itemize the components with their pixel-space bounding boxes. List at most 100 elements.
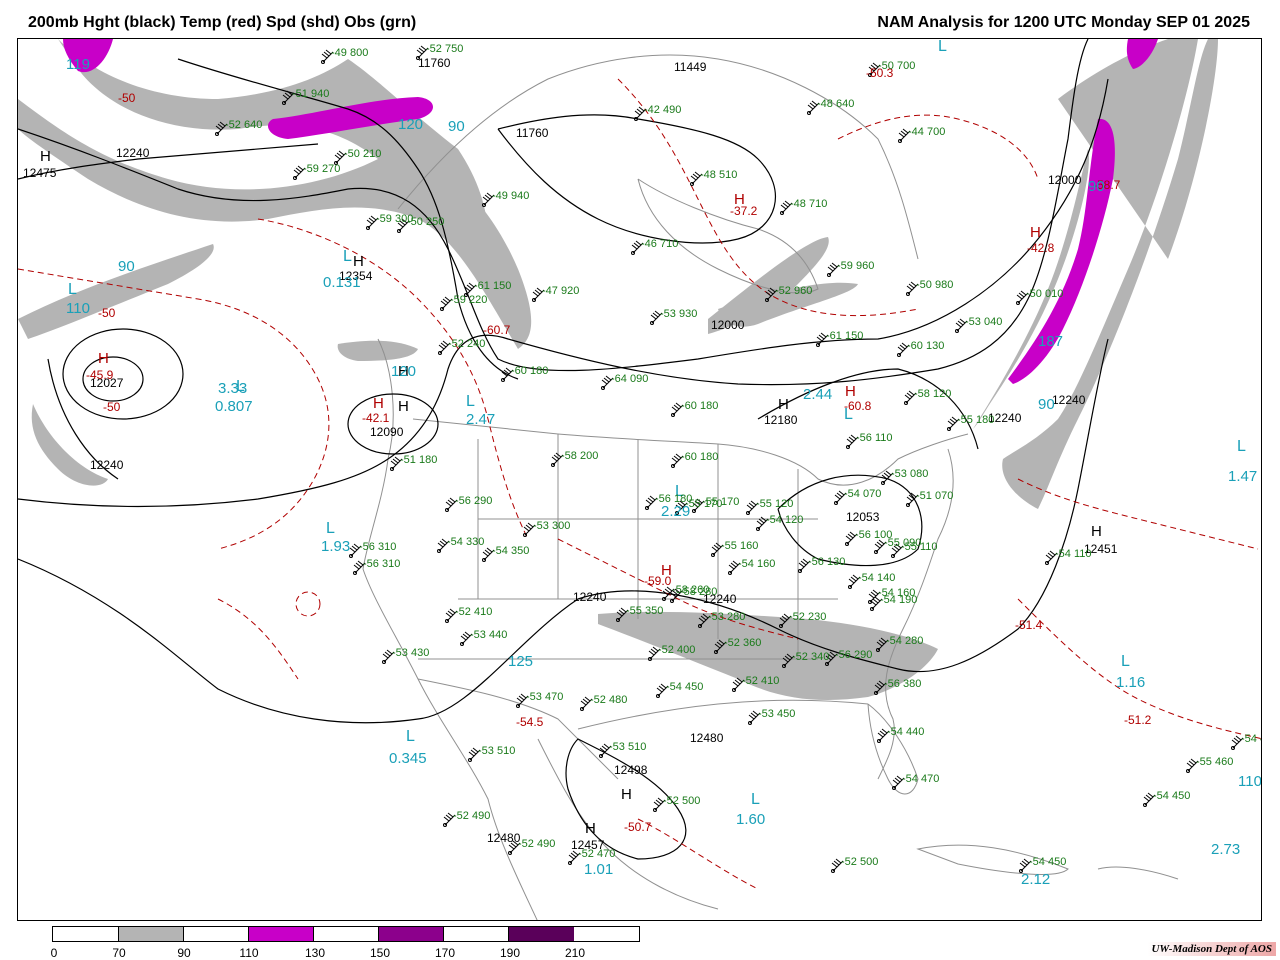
height-label: 12498 <box>614 763 648 777</box>
height-label: 12240 <box>573 590 607 604</box>
jet-gray-east <box>1002 39 1218 509</box>
station-observation: -60 180 <box>511 365 549 377</box>
station-observation: -52 480 <box>590 694 628 706</box>
station-observation: -53 280 <box>708 611 746 623</box>
low-center-cyan: L <box>466 393 475 410</box>
station-observation: -46 710 <box>641 238 679 250</box>
station-observation: -56 310 <box>359 541 397 553</box>
station-observation: -52 410 <box>455 606 493 618</box>
speed-value: 2.73 <box>1211 841 1241 858</box>
height-label: 12240 <box>90 458 124 472</box>
colorbar-tick: 90 <box>177 946 191 960</box>
analysis-valid-time: NAM Analysis for 1200 UTC Monday SEP 01 … <box>877 14 1250 31</box>
station-observation: -53 040 <box>965 316 1003 328</box>
us-mexico-border <box>417 678 619 780</box>
speed-value: 1.01 <box>584 861 614 878</box>
jet-gray-west2 <box>31 404 108 486</box>
temp-contour-ring <box>295 591 321 617</box>
height-contours <box>18 39 1109 860</box>
height-label: 11449 <box>674 60 707 74</box>
station-observation: -48 710 <box>790 198 828 210</box>
temperature-value: -50 <box>118 91 136 105</box>
low-center-cyan: L <box>343 248 352 265</box>
colorbar-tick: 170 <box>434 946 456 960</box>
station-observation: -52 400 <box>658 644 696 656</box>
high-center-red: H <box>845 383 856 400</box>
station-observation: -48 510 <box>700 169 738 181</box>
station-observation: -52 410 <box>742 675 780 687</box>
high-center-black: H <box>398 398 409 415</box>
colorbar-segment <box>53 927 119 941</box>
high-center-black: H <box>1091 523 1102 540</box>
station-observation: -55 110 <box>901 541 938 553</box>
station-observation: -54 350 <box>492 545 530 557</box>
colorbar-tick: 70 <box>112 946 126 960</box>
station-observation: -55 180 <box>957 414 995 426</box>
low-center-cyan: L <box>938 38 947 55</box>
station-observation: -56 290 <box>455 495 493 507</box>
speed-value: 0.345 <box>389 750 427 767</box>
station-observation: -56 310 <box>363 558 401 570</box>
station-observation: -52 960 <box>775 285 813 297</box>
height-label: 12000 <box>1048 173 1082 187</box>
height-label: 12053 <box>846 510 880 524</box>
station-observation: -50 700 <box>878 60 916 72</box>
station-observation: -52 340 <box>792 651 830 663</box>
low-center-cyan: L <box>751 791 760 808</box>
station-observation: -54 160 <box>738 558 776 570</box>
high-center-red: H <box>1030 224 1041 241</box>
station-observation: -58 200 <box>561 450 599 462</box>
colorbar-segment <box>119 927 184 941</box>
station-observation: -53 430 <box>392 647 430 659</box>
station-observation: -61 150 <box>826 330 864 342</box>
station-observation: -53 450 <box>758 708 796 720</box>
station-observation: -54 330 <box>447 536 485 548</box>
wind-speed-colorbar <box>52 926 640 942</box>
temperature-value: -42.8 <box>1027 241 1055 255</box>
speed-value: 1.47 <box>1228 468 1258 485</box>
station-observation: -53 510 <box>478 745 516 757</box>
station-observation: -48 640 <box>817 98 855 110</box>
credit-label: UW-Madison Dept of AOS <box>1147 942 1276 956</box>
station-observation: -64 090 <box>611 373 649 385</box>
height-label: 12240 <box>116 146 150 160</box>
station-observation: -50 210 <box>344 148 382 160</box>
low-center-cyan: L <box>326 520 335 537</box>
speed-value: 119 <box>66 56 90 73</box>
colorbar-segment <box>314 927 379 941</box>
temperature-value: -50 <box>98 306 116 320</box>
temperature-value: -45.9 <box>86 368 114 382</box>
station-observation: -50 250 <box>407 216 445 228</box>
temperature-value: -42.1 <box>362 411 390 425</box>
station-observation: -60 180 <box>681 400 719 412</box>
weather-map[interactable]: 12475 12240 12240 12240 12354 12027 12090 11760… <box>17 38 1262 921</box>
station-observation: -55 160 <box>721 540 759 552</box>
station-observation: -56 110 <box>856 432 893 444</box>
colorbar-tick: 110 <box>239 946 259 960</box>
temperature-value: -50 <box>103 400 121 414</box>
station-observation: -52 230 <box>789 611 827 623</box>
colorbar-segment <box>509 927 574 941</box>
station-observation: -50 980 <box>916 279 954 291</box>
speed-value: 110 <box>1238 773 1262 790</box>
height-label: 12180 <box>764 413 798 427</box>
height-label: 12480 <box>487 831 521 845</box>
height-label: 11760 <box>516 126 549 140</box>
station-observation: -49 800 <box>331 47 369 59</box>
station-observation: -51 180 <box>400 454 438 466</box>
speed-value: 120 <box>391 363 417 380</box>
colorbar-tick: 210 <box>564 946 586 960</box>
temperature-value: -60.7 <box>483 323 511 337</box>
station-observation: -60 180 <box>681 451 719 463</box>
station-observation: -54 450 <box>666 681 704 693</box>
temp-contour-8 <box>217 598 299 680</box>
contour-low-pac <box>62 328 184 420</box>
station-observation: -56 290 <box>835 649 873 661</box>
station-observation: -53 300 <box>533 520 571 532</box>
wind-speed-shading <box>18 39 1218 700</box>
station-observation: -44 700 <box>908 126 946 138</box>
low-center-cyan: L <box>1121 653 1130 670</box>
temperature-value: -50.7 <box>624 820 652 834</box>
height-label: 12480 <box>690 731 724 745</box>
station-observation: -59 220 <box>450 294 488 306</box>
